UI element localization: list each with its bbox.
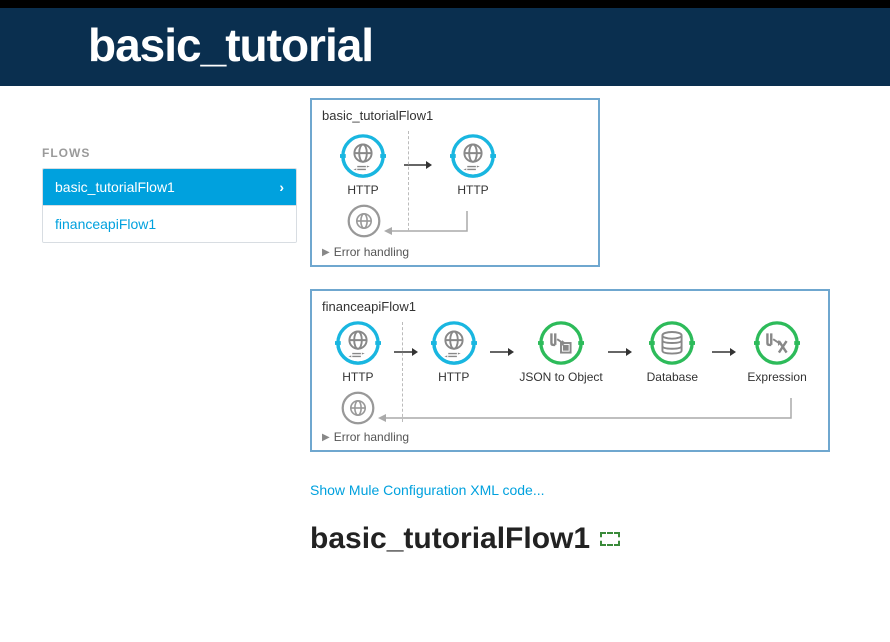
sidebar-item-label: basic_tutorialFlow1 bbox=[55, 179, 175, 195]
flow-panel-basic-tutorial-flow1[interactable]: basic_tutorialFlow1 bbox=[310, 98, 600, 267]
error-row bbox=[324, 203, 514, 239]
expression-icon bbox=[754, 320, 800, 366]
return-arrow-icon bbox=[382, 211, 514, 231]
flow-node-http-source[interactable]: HTTP bbox=[322, 320, 394, 384]
flow-node-http-source[interactable]: HTTP bbox=[322, 133, 404, 197]
node-label: Expression bbox=[747, 370, 806, 384]
show-xml-link[interactable]: Show Mule Configuration XML code... bbox=[310, 482, 878, 498]
sidebar-item-basic-tutorial-flow1[interactable]: basic_tutorialFlow1 › bbox=[43, 169, 296, 206]
flows-list: basic_tutorialFlow1 › financeapiFlow1 bbox=[42, 168, 297, 243]
main-area: basic_tutorialFlow1 bbox=[310, 86, 890, 568]
flow-node-http[interactable]: HTTP bbox=[418, 320, 490, 384]
transform-icon bbox=[538, 320, 584, 366]
sidebar: FLOWS basic_tutorialFlow1 › financeapiFl… bbox=[0, 86, 310, 243]
arrow-icon bbox=[394, 329, 418, 375]
section-heading: basic_tutorialFlow1 bbox=[310, 522, 878, 556]
globe-icon bbox=[431, 320, 477, 366]
flow-node-database[interactable]: Database bbox=[632, 320, 712, 384]
dashed-box-icon bbox=[600, 532, 620, 546]
flow-main-column: HTTP bbox=[322, 129, 514, 241]
arrow-icon bbox=[608, 329, 632, 375]
content-area: FLOWS basic_tutorialFlow1 › financeapiFl… bbox=[0, 86, 890, 568]
database-icon bbox=[649, 320, 695, 366]
flow-node-http[interactable]: HTTP bbox=[432, 133, 514, 197]
error-row bbox=[324, 390, 818, 426]
arrow-icon bbox=[490, 329, 514, 375]
section-title: basic_tutorialFlow1 bbox=[310, 522, 590, 556]
page-header: basic_tutorial bbox=[0, 8, 890, 86]
node-label: Database bbox=[647, 370, 698, 384]
triangle-right-icon: ▶ bbox=[322, 247, 330, 258]
triangle-right-icon: ▶ bbox=[322, 432, 330, 443]
vertical-dashed-divider bbox=[408, 131, 409, 231]
flow-node-expression[interactable]: Expression bbox=[736, 320, 818, 384]
node-label: HTTP bbox=[438, 370, 469, 384]
flow-panel-financeapi-flow1[interactable]: financeapiFlow1 bbox=[310, 289, 830, 452]
node-row: HTTP bbox=[322, 133, 514, 197]
flows-section-label: FLOWS bbox=[42, 146, 310, 160]
node-label: HTTP bbox=[342, 370, 373, 384]
node-label: JSON to Object bbox=[519, 370, 602, 384]
chevron-right-icon: › bbox=[279, 179, 284, 195]
sidebar-item-label: financeapiFlow1 bbox=[55, 216, 156, 232]
node-label: HTTP bbox=[347, 183, 378, 197]
panel-title: basic_tutorialFlow1 bbox=[322, 108, 588, 123]
top-black-bar bbox=[0, 0, 890, 8]
return-arrow-icon bbox=[376, 398, 818, 418]
node-label: HTTP bbox=[457, 183, 488, 197]
panel-title: financeapiFlow1 bbox=[322, 299, 818, 314]
globe-grey-icon bbox=[340, 390, 376, 426]
flow-node-json-to-object[interactable]: JSON to Object bbox=[514, 320, 609, 384]
globe-icon bbox=[335, 320, 381, 366]
sidebar-item-financeapi-flow1[interactable]: financeapiFlow1 bbox=[43, 206, 296, 242]
arrow-icon bbox=[712, 329, 736, 375]
globe-icon bbox=[450, 133, 496, 179]
vertical-dashed-divider bbox=[402, 322, 403, 422]
node-row: HTTP bbox=[322, 320, 818, 384]
page-title: basic_tutorial bbox=[88, 18, 890, 72]
error-handling-label: Error handling bbox=[334, 245, 409, 259]
globe-icon bbox=[340, 133, 386, 179]
globe-grey-icon bbox=[346, 203, 382, 239]
